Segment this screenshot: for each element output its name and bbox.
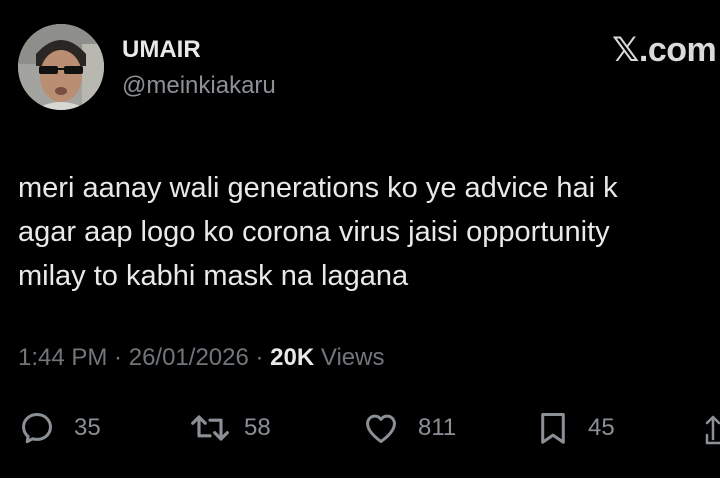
- bookmark-count: 45: [588, 414, 615, 441]
- bookmark-icon: [541, 413, 565, 444]
- repost-icon: [191, 415, 229, 441]
- user-handle[interactable]: @meinkiakaru: [122, 72, 276, 100]
- meta-separator: ·: [107, 344, 129, 371]
- reply-icon: [22, 413, 52, 444]
- like-icon: [366, 414, 396, 443]
- reply-button[interactable]: 35: [18, 408, 101, 448]
- display-name[interactable]: UMAIR: [122, 36, 201, 64]
- tweet-date[interactable]: 26/01/2026: [129, 344, 249, 371]
- like-button[interactable]: 811: [362, 408, 456, 448]
- tweet-line: agar aap logo ko corona virus jaisi oppo…: [18, 216, 610, 248]
- like-count: 811: [418, 414, 457, 441]
- share-button[interactable]: [704, 408, 720, 448]
- bookmark-button[interactable]: 45: [534, 408, 615, 448]
- avatar-image: [18, 24, 104, 110]
- x-com-watermark: 𝕏.com: [612, 30, 717, 70]
- tweet-text: meri aanay wali generations ko ye advice…: [18, 166, 708, 298]
- tweet-meta: 1:44 PM · 26/01/2026 · 20K Views: [18, 344, 384, 372]
- reply-count: 35: [74, 414, 101, 441]
- tweet-line: meri aanay wali generations ko ye advice…: [18, 172, 618, 204]
- views-label: Views: [314, 344, 385, 371]
- repost-count: 58: [244, 414, 271, 441]
- x-logo-icon: 𝕏: [612, 30, 639, 70]
- views-count: 20K: [270, 344, 315, 371]
- tweet-line: milay to kabhi mask na lagana: [18, 260, 409, 292]
- tweet-time[interactable]: 1:44 PM: [18, 344, 107, 371]
- repost-button[interactable]: 58: [188, 408, 271, 448]
- meta-separator: ·: [248, 344, 271, 371]
- avatar[interactable]: [18, 24, 104, 110]
- share-icon: [705, 415, 720, 445]
- brand-suffix: .com: [638, 31, 717, 69]
